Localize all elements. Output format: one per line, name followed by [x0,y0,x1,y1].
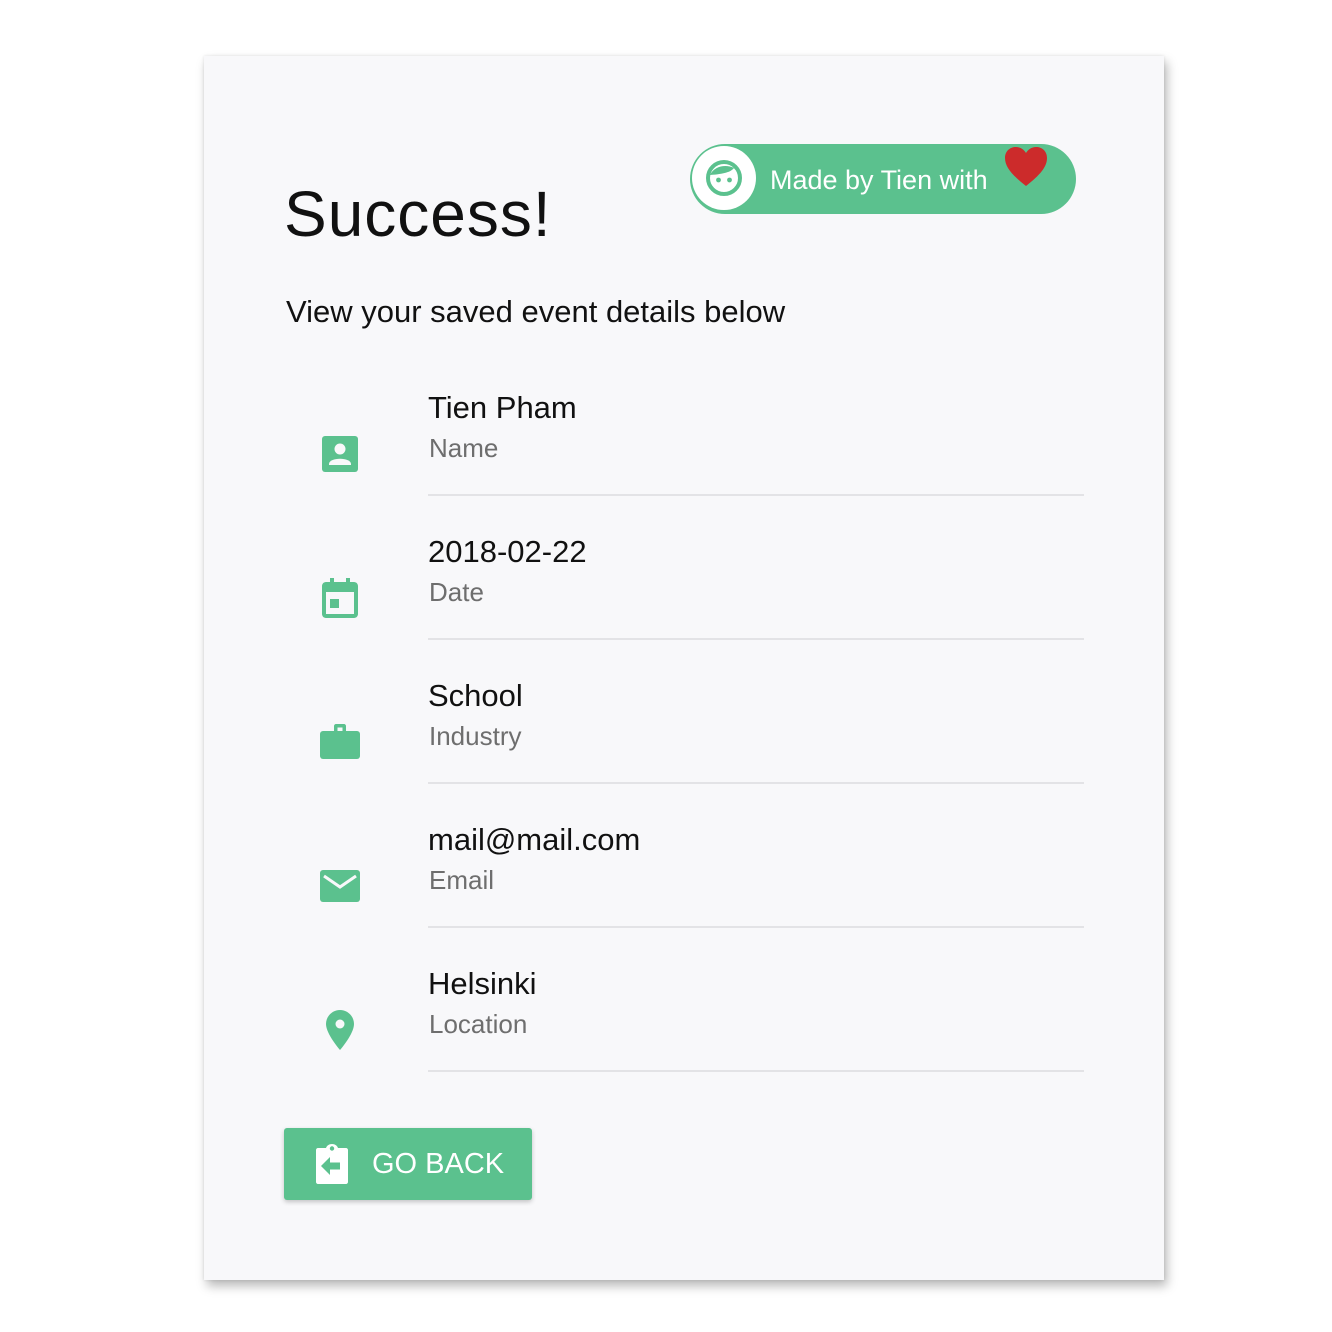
made-by-label: Made by Tien with [770,165,988,195]
page-title: Success! [284,178,552,250]
mail-icon [316,862,364,910]
calendar-icon [316,574,364,622]
assignment-return-icon [310,1142,354,1186]
divider [428,1070,1084,1072]
detail-row-location: Helsinki Location [284,962,1084,1106]
page-subtitle: View your saved event details below [286,294,786,329]
detail-caption-name: Name [429,433,499,463]
detail-caption-industry: Industry [429,721,522,751]
success-card: Success! Made by Tien with View your sav… [204,56,1164,1280]
detail-caption-email: Email [429,865,495,895]
detail-caption-location: Location [429,1009,528,1039]
detail-caption-date: Date [429,577,484,607]
detail-row-industry: School Industry [284,674,1084,818]
detail-value-industry: School [428,678,523,713]
location-pin-icon [316,1006,364,1054]
divider [428,926,1084,928]
detail-row-date: 2018-02-22 Date [284,530,1084,674]
detail-row-email: mail@mail.com Email [284,818,1084,962]
made-by-badge[interactable]: Made by Tien with [690,144,1076,214]
heart-icon [1004,146,1048,190]
briefcase-icon [316,718,364,766]
divider [428,782,1084,784]
detail-value-date: 2018-02-22 [428,534,587,569]
detail-value-location: Helsinki [428,966,537,1001]
divider [428,638,1084,640]
detail-value-email: mail@mail.com [428,822,641,857]
go-back-label: GO BACK [372,1148,505,1180]
detail-value-name: Tien Pham [428,390,577,425]
divider [428,494,1084,496]
account-box-icon [316,430,364,478]
face-icon [692,146,756,210]
detail-row-name: Tien Pham Name [284,386,1084,530]
go-back-button[interactable]: GO BACK [284,1128,532,1200]
